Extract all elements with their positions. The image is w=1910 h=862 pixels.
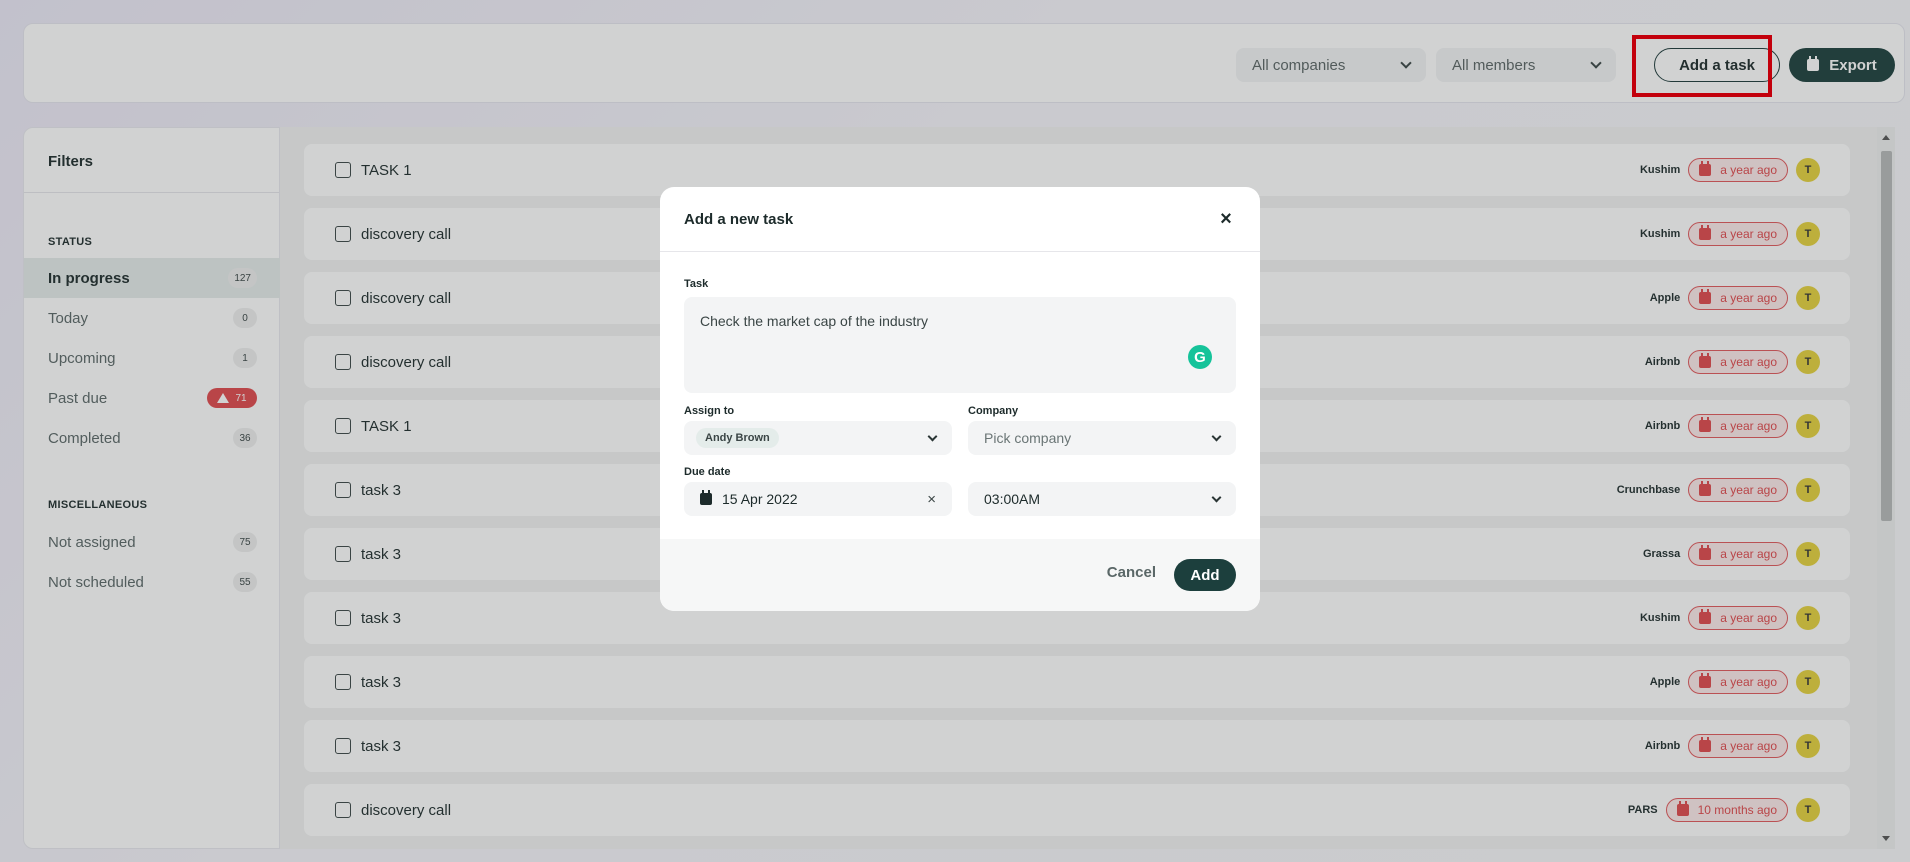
modal-title: Add a new task <box>684 210 794 228</box>
due-date-input[interactable]: 15 Apr 2022 × <box>684 482 952 516</box>
grammarly-icon[interactable]: G <box>1188 345 1212 369</box>
task-textarea[interactable]: Check the market cap of the industry G <box>684 297 1236 393</box>
add-button[interactable]: Add <box>1174 559 1236 591</box>
chevron-down-icon <box>1211 492 1222 503</box>
cancel-button[interactable]: Cancel <box>1107 564 1156 581</box>
time-value: 03:00AM <box>984 491 1041 507</box>
modal-footer: Cancel Add <box>660 539 1260 611</box>
company-placeholder: Pick company <box>984 430 1072 446</box>
due-date-value: 15 Apr 2022 <box>722 491 798 507</box>
clear-date-icon[interactable]: × <box>927 491 936 508</box>
close-icon[interactable]: × <box>1216 208 1236 231</box>
due-date-label: Due date <box>684 466 731 478</box>
add-task-modal: Add a new task × Task Check the market c… <box>660 187 1260 611</box>
time-select[interactable]: 03:00AM <box>968 482 1236 516</box>
task-text: Check the market cap of the industry <box>700 313 928 329</box>
assign-select[interactable]: Andy Brown <box>684 421 952 455</box>
date-group: 15 Apr 2022 <box>700 490 798 507</box>
assign-label: Assign to <box>684 405 735 417</box>
calendar-icon <box>700 490 712 505</box>
modal-header: Add a new task × <box>660 187 1260 252</box>
assignee-chip: Andy Brown <box>696 428 779 448</box>
chevron-down-icon <box>927 431 938 442</box>
task-label: Task <box>684 278 709 290</box>
company-label: Company <box>968 405 1019 417</box>
company-select[interactable]: Pick company <box>968 421 1236 455</box>
chevron-down-icon <box>1211 431 1222 442</box>
